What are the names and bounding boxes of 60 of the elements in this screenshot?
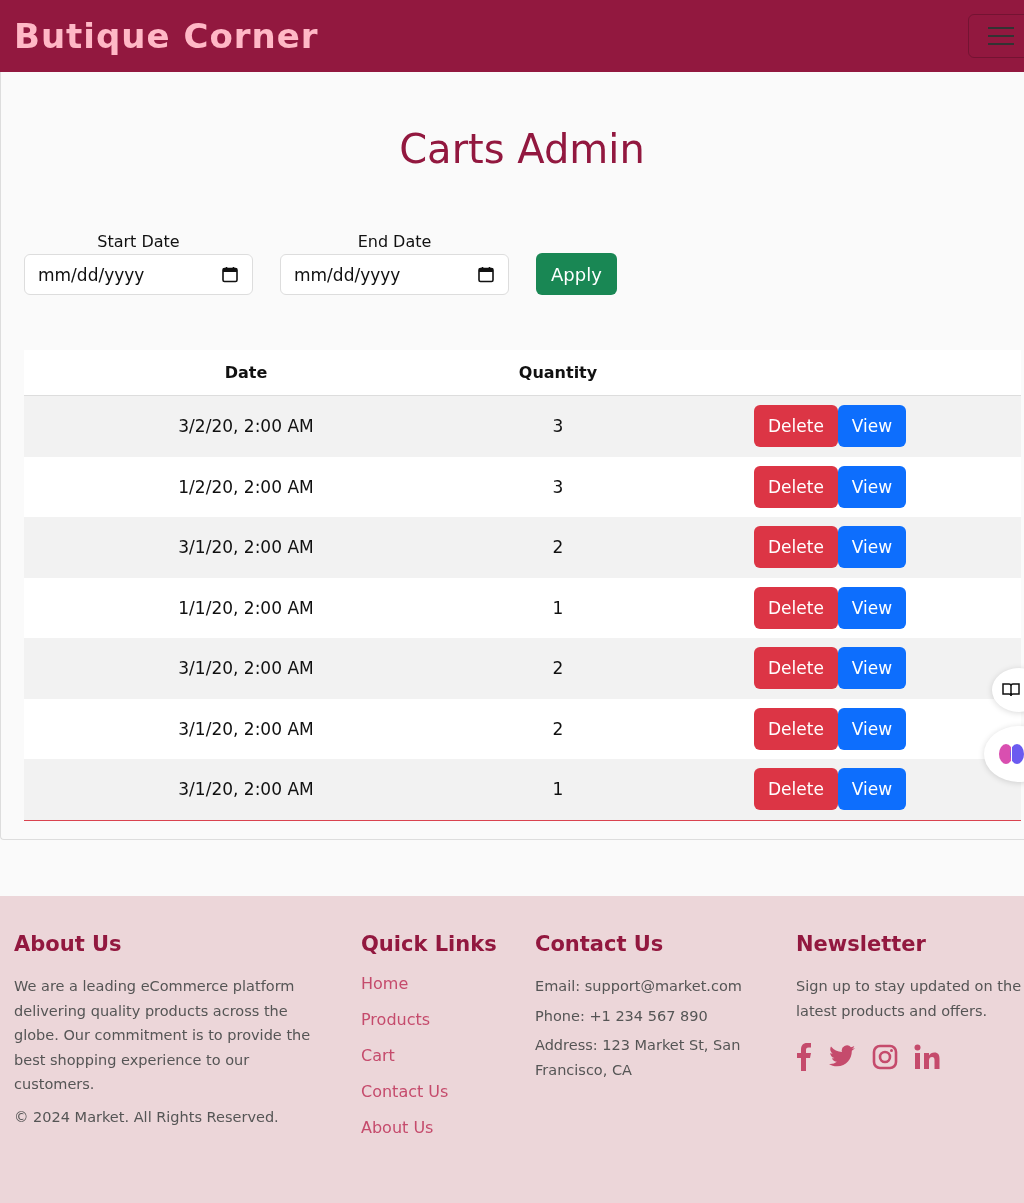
date-cell: 3/1/20, 2:00 AM [178,718,314,739]
about-text: We are a leading eCommerce platform delivering quality products across the globe. Our commitment is to provide the best shopping experience to our customers. [14,977,312,1094]
quantity-cell: 1 [552,597,564,618]
date-label: End Date [357,232,432,251]
delete-button[interactable]: Delete [754,465,838,508]
menu-icon [987,25,1015,47]
footer-heading: Newsletter [796,932,926,956]
quantity-cell: 2 [552,718,564,739]
column-header: Date [224,363,268,382]
brand-logo[interactable]: Butique Corner [14,16,319,56]
calendar-icon[interactable] [478,266,494,283]
date-label: Start Date [97,232,180,251]
footer-heading: Contact Us [535,932,664,956]
delete-button[interactable]: Delete [754,526,838,569]
page-title: Carts Admin [398,125,646,174]
view-button[interactable]: View [837,707,907,750]
copyright-text: © 2024 Market. All Rights Reserved. [14,1107,279,1127]
view-button[interactable]: View [837,465,907,508]
column-header: Quantity [518,363,598,382]
date-cell: 3/2/20, 2:00 AM [178,416,314,437]
linkedin-icon[interactable] [914,1044,940,1070]
newsletter-text: Sign up to stay updated on the latest products and offers. [796,977,1022,1021]
date-cell: 1/1/20, 2:00 AM [178,597,314,618]
contact-text: Address: 123 Market St, San Francisco, CA [535,1036,742,1080]
book-icon [1002,683,1020,697]
view-button[interactable]: View [837,405,907,448]
view-button[interactable]: View [837,526,907,569]
footer-link[interactable]: Products [361,1002,431,1038]
date-cell: 1/2/20, 2:00 AM [178,476,314,497]
quantity-cell: 2 [552,658,564,679]
footer-link[interactable]: About Us [361,1110,434,1146]
apply-button[interactable]: Apply [536,253,617,295]
view-button[interactable]: View [837,768,907,811]
calendar-icon[interactable] [222,266,238,283]
date-field[interactable]: mm/dd/yyyy [24,254,253,295]
footer-heading: Quick Links [361,932,497,956]
quantity-cell: 3 [552,476,564,497]
delete-button[interactable]: Delete [754,586,838,629]
delete-button[interactable]: Delete [754,768,838,811]
delete-button[interactable]: Delete [754,647,838,690]
date-field[interactable]: mm/dd/yyyy [280,254,509,295]
quantity-cell: 2 [552,537,564,558]
view-button[interactable]: View [837,586,907,629]
date-cell: 3/1/20, 2:00 AM [178,537,314,558]
footer-link[interactable]: Contact Us [361,1074,449,1110]
view-button[interactable]: View [837,647,907,690]
delete-button[interactable]: Delete [754,405,838,448]
delete-button[interactable]: Delete [754,707,838,750]
quantity-cell: 1 [552,779,564,800]
contact-text: Email: support@market.com [535,977,742,996]
facebook-icon[interactable] [796,1043,812,1071]
footer-link[interactable]: Home [361,966,409,1002]
quantity-cell: 3 [552,416,564,437]
date-cell: 3/1/20, 2:00 AM [178,779,314,800]
footer-link[interactable]: Cart [361,1038,395,1074]
date-cell: 3/1/20, 2:00 AM [178,658,314,679]
instagram-icon[interactable] [872,1044,898,1070]
contact-text: Phone: +1 234 567 890 [535,1006,708,1026]
footer-heading: About Us [14,932,122,956]
bird-icon[interactable] [828,1045,856,1069]
